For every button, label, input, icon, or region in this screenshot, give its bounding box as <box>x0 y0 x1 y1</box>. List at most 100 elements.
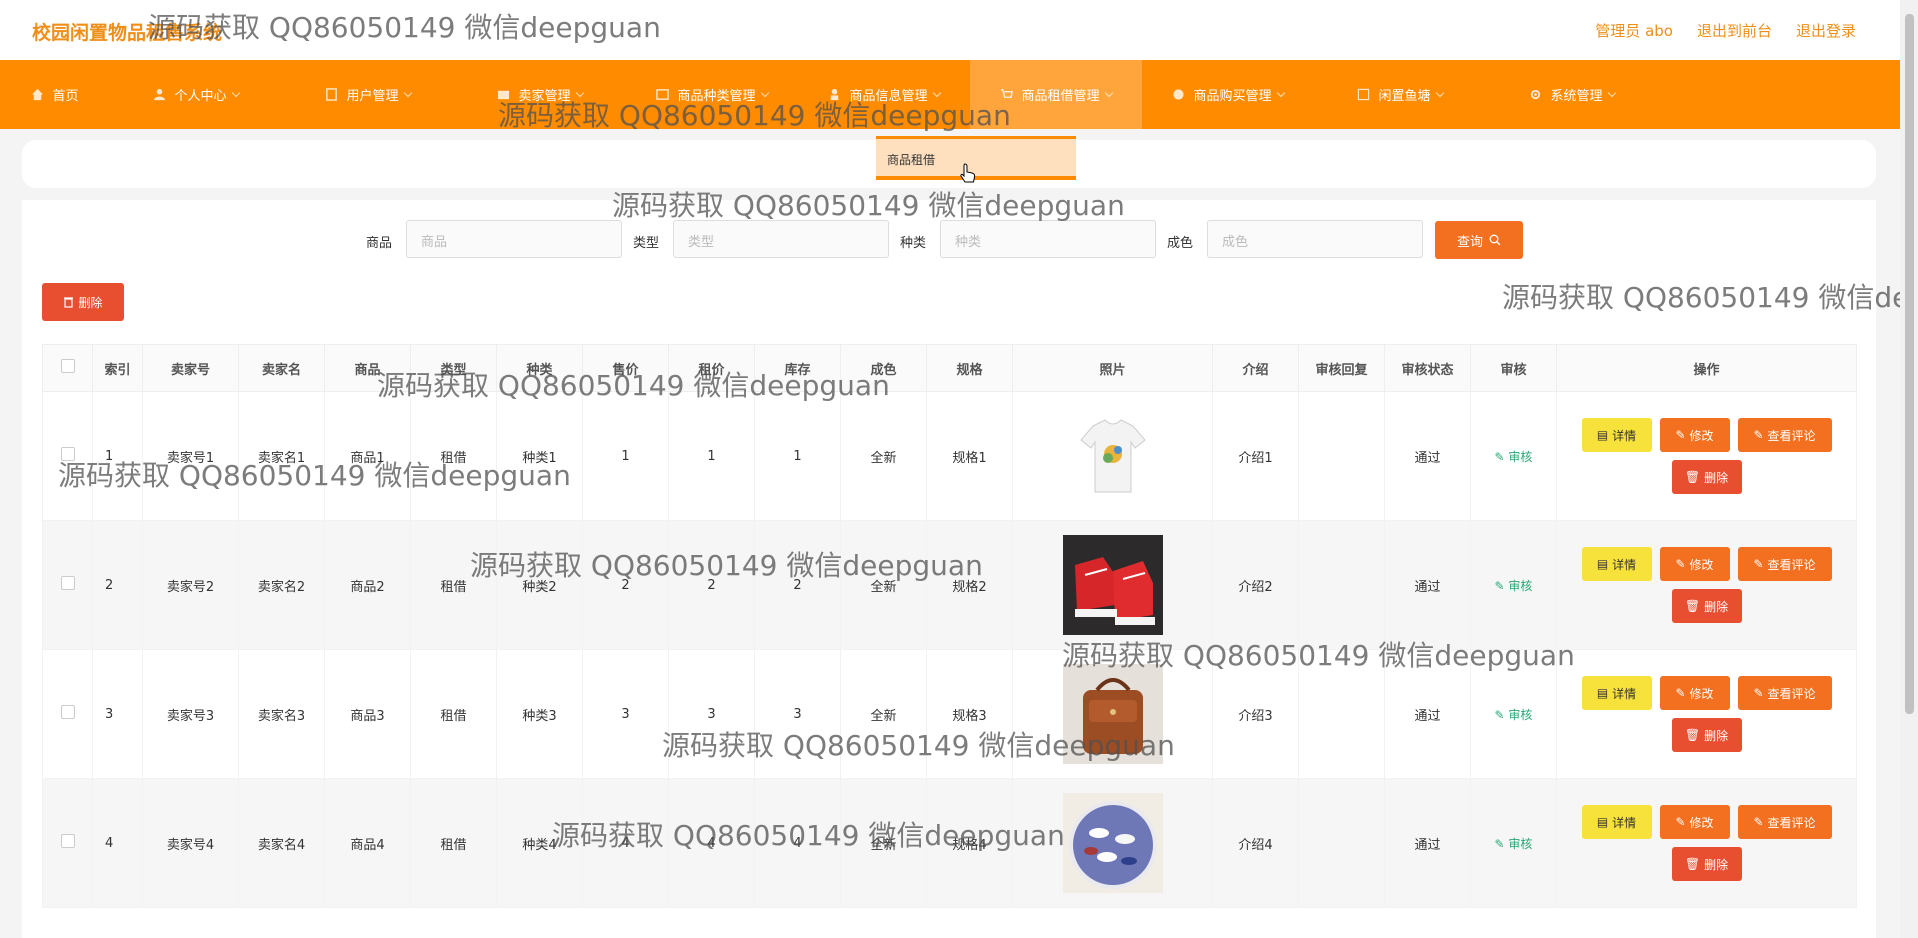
pencil-icon: ✎ <box>1675 686 1686 700</box>
cell-condition: 全新 <box>840 391 927 521</box>
chevron-down-icon <box>403 88 412 97</box>
watermark-text: 源码获取 QQ86050149 微信deepguan <box>662 729 1175 762</box>
review-label: 审核 <box>1508 707 1533 722</box>
watermark-text: 源码获取 QQ86050149 微信deepguan <box>1502 281 1918 314</box>
column-header: 卖家号 <box>142 344 239 392</box>
column-header: 操作 <box>1556 344 1857 392</box>
doc-icon: ▤ <box>1596 557 1609 571</box>
cell-seller-name: 卖家名4 <box>238 778 325 908</box>
chevron-down-icon <box>1104 88 1113 97</box>
kind-search-input[interactable]: 种类 <box>940 220 1156 258</box>
nav-item-system[interactable]: 系统管理 <box>1486 60 1658 129</box>
bulk-delete-button[interactable]: 删除 <box>42 283 124 321</box>
column-header: 卖家名 <box>238 344 325 392</box>
product-photo[interactable] <box>1012 391 1213 521</box>
delete-button[interactable]: 🗑 删除 <box>1671 718 1742 752</box>
cell-seller-no: 卖家号4 <box>142 778 239 908</box>
cell-index: 3 <box>92 649 143 779</box>
review-link[interactable]: ✎ 审核 <box>1495 837 1533 851</box>
condition-search-input[interactable]: 成色 <box>1207 220 1423 258</box>
doc-icon: ▤ <box>1596 428 1609 442</box>
review-link[interactable]: ✎ 审核 <box>1495 450 1533 464</box>
document-icon <box>326 88 338 101</box>
trash-icon: 🗑 <box>1684 728 1701 742</box>
nav-item-users[interactable]: 用户管理 <box>282 60 454 129</box>
doc-icon: ▤ <box>1596 686 1609 700</box>
view-comments-button[interactable]: ✎ 查看评论 <box>1737 418 1832 452</box>
cell-stock: 2 <box>754 520 841 650</box>
cell-seller-name: 卖家名3 <box>238 649 325 779</box>
pencil-icon: ✎ <box>1675 428 1686 442</box>
select-all-checkbox[interactable] <box>42 344 93 392</box>
gear-icon <box>1531 89 1541 100</box>
nav-item-home[interactable]: 首页 <box>0 60 110 129</box>
query-button[interactable]: 查询 <box>1435 221 1523 259</box>
pencil-icon: ✎ <box>1753 686 1764 700</box>
view-comments-button[interactable]: ✎ 查看评论 <box>1737 676 1832 710</box>
nav-item-fish-pond[interactable]: 闲置鱼塘 <box>1314 60 1486 129</box>
edit-button[interactable]: ✎ 修改 <box>1659 418 1730 452</box>
review-link[interactable]: ✎ 审核 <box>1495 579 1533 593</box>
pencil-icon: ✎ <box>1753 815 1764 829</box>
trash-icon: 🗑 <box>1684 857 1701 871</box>
view-comments-button[interactable]: ✎ 查看评论 <box>1737 547 1832 581</box>
delete-label: 删除 <box>1704 470 1729 485</box>
detail-button[interactable]: ▤ 详情 <box>1581 676 1652 710</box>
edit-button[interactable]: ✎ 修改 <box>1659 676 1730 710</box>
pencil-icon: ✎ <box>1494 707 1509 722</box>
cell-kind: 种类3 <box>496 649 583 779</box>
delete-button[interactable]: 🗑 删除 <box>1671 589 1742 623</box>
review-label: 审核 <box>1508 449 1533 464</box>
dropdown-item-goods-rent[interactable]: 商品租借 <box>887 151 935 168</box>
cell-goods: 商品3 <box>324 649 411 779</box>
row-checkbox[interactable] <box>42 649 93 779</box>
header-links: 管理员 abo 退出到前台 退出登录 <box>1595 20 1856 41</box>
cell-rent: 1 <box>668 391 755 521</box>
goods-search-input[interactable]: 商品 <box>406 220 622 258</box>
trash-icon: 🗑 <box>1684 599 1701 613</box>
delete-button[interactable]: 🗑 删除 <box>1671 847 1742 881</box>
cell-intro: 介绍4 <box>1212 778 1299 908</box>
detail-button[interactable]: ▤ 详情 <box>1581 418 1652 452</box>
edit-button[interactable]: ✎ 修改 <box>1659 547 1730 581</box>
column-header: 介绍 <box>1212 344 1299 392</box>
admin-user-link[interactable]: 管理员 abo <box>1595 20 1673 41</box>
search-form: 商品 商品 类型 类型 种类 种类 成色 成色 查询 <box>22 220 1876 260</box>
cell-type: 租借 <box>410 520 497 650</box>
trash-icon <box>64 297 74 308</box>
cell-actions: ▤ 详情 ✎ 修改 ✎ 查看评论 🗑 删除 <box>1556 391 1857 521</box>
nav-item-label: 系统管理 <box>1550 89 1603 104</box>
table-header-row: 索引 卖家号 卖家名 商品 类型 种类 售价 租价 库存 成色 规格 照片 介绍… <box>42 344 1857 392</box>
edit-button[interactable]: ✎ 修改 <box>1659 805 1730 839</box>
scrollbar-thumb[interactable] <box>1905 14 1914 714</box>
detail-button[interactable]: ▤ 详情 <box>1581 547 1652 581</box>
comment-label: 查看评论 <box>1767 428 1816 443</box>
cell-review-reply <box>1298 391 1385 521</box>
chevron-down-icon <box>231 88 240 97</box>
detail-button[interactable]: ▤ 详情 <box>1581 805 1652 839</box>
nav-item-profile[interactable]: 个人中心 <box>110 60 282 129</box>
delete-label: 删除 <box>1704 857 1729 872</box>
cell-stock: 1 <box>754 391 841 521</box>
view-comments-button[interactable]: ✎ 查看评论 <box>1737 805 1832 839</box>
back-to-front-link[interactable]: 退出到前台 <box>1697 20 1772 41</box>
type-search-input[interactable]: 类型 <box>673 220 889 258</box>
delete-button[interactable]: 🗑 删除 <box>1671 460 1742 494</box>
cell-rent: 2 <box>668 520 755 650</box>
chevron-down-icon <box>1435 88 1444 97</box>
column-header: 审核状态 <box>1384 344 1471 392</box>
watermark-text: 源码获取 QQ86050149 微信deepguan <box>148 11 661 44</box>
product-photo[interactable] <box>1012 520 1213 650</box>
row-checkbox[interactable] <box>42 778 93 908</box>
goods-label: 商品 <box>366 236 393 251</box>
home-icon <box>32 88 44 101</box>
logout-link[interactable]: 退出登录 <box>1796 20 1856 41</box>
nav-item-label: 闲置鱼塘 <box>1378 89 1431 104</box>
cell-price: 1 <box>582 391 669 521</box>
row-checkbox[interactable] <box>42 520 93 650</box>
kind-label: 种类 <box>900 236 927 251</box>
cell-goods: 商品4 <box>324 778 411 908</box>
nav-item-goods-buy[interactable]: 商品购买管理 <box>1142 60 1314 129</box>
review-link[interactable]: ✎ 审核 <box>1495 708 1533 722</box>
delete-label: 删除 <box>1704 728 1729 743</box>
